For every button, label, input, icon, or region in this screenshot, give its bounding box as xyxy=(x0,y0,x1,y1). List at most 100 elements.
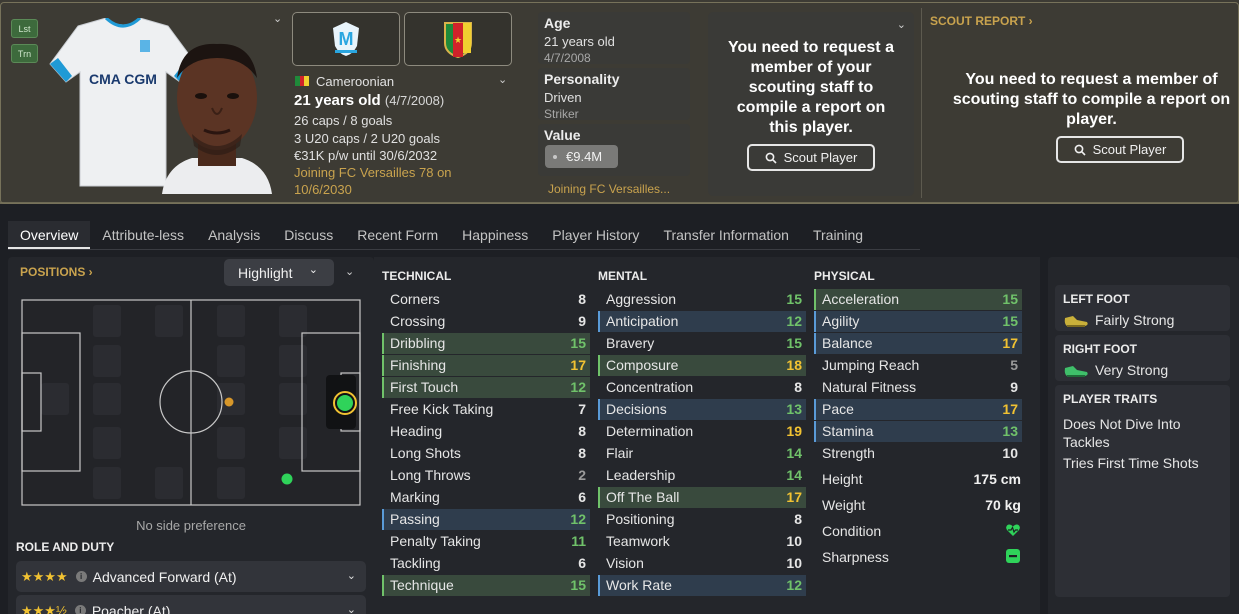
attribute-row-decisions[interactable]: Decisions 13 xyxy=(598,399,806,420)
tabs-underline xyxy=(8,249,920,250)
scout-player-button[interactable]: Scout Player xyxy=(747,144,875,171)
attribute-row-corners[interactable]: Corners 8 xyxy=(382,289,590,310)
attribute-name: First Touch xyxy=(390,379,459,395)
chevron-down-icon[interactable]: ⌄ xyxy=(345,265,354,278)
attribute-row-natural-fitness[interactable]: Natural Fitness 9 xyxy=(814,377,1022,398)
attribute-row-concentration[interactable]: Concentration 8 xyxy=(598,377,806,398)
attribute-row-passing[interactable]: Passing 12 xyxy=(382,509,590,530)
attribute-row-work-rate[interactable]: Work Rate 12 xyxy=(598,575,806,596)
attribute-name: Jumping Reach xyxy=(822,357,920,373)
chevron-down-icon[interactable]: ⌄ xyxy=(273,12,282,25)
attribute-name: Corners xyxy=(390,291,440,307)
height-value: 175 cm xyxy=(973,471,1021,487)
value-dot-icon xyxy=(553,154,557,159)
shortlist-button[interactable]: Lst xyxy=(11,19,38,38)
tab-overview[interactable]: Overview xyxy=(8,221,91,249)
attribute-value: 7 xyxy=(578,401,586,417)
attribute-row-long-shots[interactable]: Long Shots 8 xyxy=(382,443,590,464)
role-row[interactable]: ★★★★ i Advanced Forward (At) ⌄ xyxy=(16,561,366,592)
chevron-down-icon[interactable]: ⌄ xyxy=(498,73,507,86)
attribute-name: Bravery xyxy=(606,335,655,351)
tab-analysis[interactable]: Analysis xyxy=(196,221,272,249)
attribute-row-finishing[interactable]: Finishing 17 xyxy=(382,355,590,376)
attribute-value: 17 xyxy=(570,357,586,373)
tab-attribute-less[interactable]: Attribute-less xyxy=(90,221,196,249)
tab-happiness[interactable]: Happiness xyxy=(450,221,540,249)
attribute-row-first-touch[interactable]: First Touch 12 xyxy=(382,377,590,398)
nationality-label[interactable]: Cameroonian xyxy=(316,74,394,89)
attribute-value: 15 xyxy=(1002,291,1018,307)
attribute-row-tackling[interactable]: Tackling 6 xyxy=(382,553,590,574)
tab-recent-form[interactable]: Recent Form xyxy=(345,221,450,249)
attribute-row-technique[interactable]: Technique 15 xyxy=(382,575,590,596)
attribute-row-agility[interactable]: Agility 15 xyxy=(814,311,1022,332)
attribute-value: 8 xyxy=(578,291,586,307)
club-badge-box[interactable]: M xyxy=(292,12,400,66)
attribute-value: 17 xyxy=(1002,335,1018,351)
minus-square-icon xyxy=(1006,549,1020,563)
personality-card: Personality Driven Striker xyxy=(538,68,690,121)
attribute-row-free-kick-taking[interactable]: Free Kick Taking 7 xyxy=(382,399,590,420)
attribute-row-acceleration[interactable]: Acceleration 15 xyxy=(814,289,1022,310)
chevron-down-icon: ⌄ xyxy=(308,264,318,276)
highlight-dropdown[interactable]: Highlight ⌄ xyxy=(224,259,334,286)
attribute-row-penalty-taking[interactable]: Penalty Taking 11 xyxy=(382,531,590,552)
scout-report-message: You need to request a member of scouting… xyxy=(952,71,1231,128)
attribute-row-strength[interactable]: Strength 10 xyxy=(814,443,1022,464)
attribute-row-anticipation[interactable]: Anticipation 12 xyxy=(598,311,806,332)
scout-report-button[interactable]: Scout Player xyxy=(1056,136,1184,163)
attribute-row-pace[interactable]: Pace 17 xyxy=(814,399,1022,420)
value-pill[interactable]: €9.4M xyxy=(545,145,618,168)
attribute-row-positioning[interactable]: Positioning 8 xyxy=(598,509,806,530)
personality-sub: Striker xyxy=(544,107,579,121)
scout-report-link[interactable]: SCOUT REPORT › xyxy=(930,14,1033,28)
attribute-row-composure[interactable]: Composure 18 xyxy=(598,355,806,376)
attribute-row-flair[interactable]: Flair 14 xyxy=(598,443,806,464)
attribute-row-jumping-reach[interactable]: Jumping Reach 5 xyxy=(814,355,1022,376)
attribute-row-heading[interactable]: Heading 8 xyxy=(382,421,590,442)
role-row[interactable]: ★★★½ i Poacher (At) ⌄ xyxy=(16,595,366,614)
tab-training[interactable]: Training xyxy=(801,221,875,249)
tab-player-history[interactable]: Player History xyxy=(540,221,651,249)
attribute-row-leadership[interactable]: Leadership 14 xyxy=(598,465,806,486)
attribute-row-bravery[interactable]: Bravery 15 xyxy=(598,333,806,354)
attribute-value: 18 xyxy=(786,357,802,373)
info-icon[interactable]: i xyxy=(74,605,86,614)
transfer-button[interactable]: Trn xyxy=(11,44,38,63)
attribute-value: 15 xyxy=(786,291,802,307)
age-card-title: Age xyxy=(544,15,571,31)
attribute-value: 2 xyxy=(578,467,586,483)
info-icon[interactable]: i xyxy=(75,571,87,582)
attribute-value: 8 xyxy=(578,423,586,439)
attribute-row-long-throws[interactable]: Long Throws 2 xyxy=(382,465,590,486)
attribute-row-off-the-ball[interactable]: Off The Ball 17 xyxy=(598,487,806,508)
personality-card-title: Personality xyxy=(544,71,620,87)
attribute-name: Teamwork xyxy=(606,533,670,549)
player-trait-item[interactable]: Does Not Dive Into Tackles xyxy=(1063,415,1223,451)
attribute-row-determination[interactable]: Determination 19 xyxy=(598,421,806,442)
attribute-row-stamina[interactable]: Stamina 13 xyxy=(814,421,1022,442)
tab-transfer-information[interactable]: Transfer Information xyxy=(651,221,801,249)
chevron-down-icon[interactable]: ⌄ xyxy=(897,18,906,31)
attribute-name: Off The Ball xyxy=(606,489,680,505)
attribute-row-vision[interactable]: Vision 10 xyxy=(598,553,806,574)
player-trait-item[interactable]: Tries First Time Shots xyxy=(1063,454,1223,472)
attribute-value: 13 xyxy=(1002,423,1018,439)
attribute-value: 5 xyxy=(1010,357,1018,373)
attribute-row-balance[interactable]: Balance 17 xyxy=(814,333,1022,354)
attribute-value: 17 xyxy=(1002,401,1018,417)
tab-discuss[interactable]: Discuss xyxy=(272,221,345,249)
accomplished-position-marker xyxy=(281,473,293,485)
right-foot-value: Very Strong xyxy=(1095,362,1169,378)
attribute-row-aggression[interactable]: Aggression 15 xyxy=(598,289,806,310)
attribute-value: 6 xyxy=(578,555,586,571)
attribute-row-crossing[interactable]: Crossing 9 xyxy=(382,311,590,332)
attribute-row-dribbling[interactable]: Dribbling 15 xyxy=(382,333,590,354)
nation-badge-box[interactable]: ★ xyxy=(404,12,512,66)
attribute-value: 14 xyxy=(786,467,802,483)
attribute-name: Stamina xyxy=(822,423,874,439)
attribute-row-marking[interactable]: Marking 6 xyxy=(382,487,590,508)
attribute-value: 13 xyxy=(786,401,802,417)
attribute-row-teamwork[interactable]: Teamwork 10 xyxy=(598,531,806,552)
positions-link[interactable]: POSITIONS › xyxy=(20,265,93,279)
